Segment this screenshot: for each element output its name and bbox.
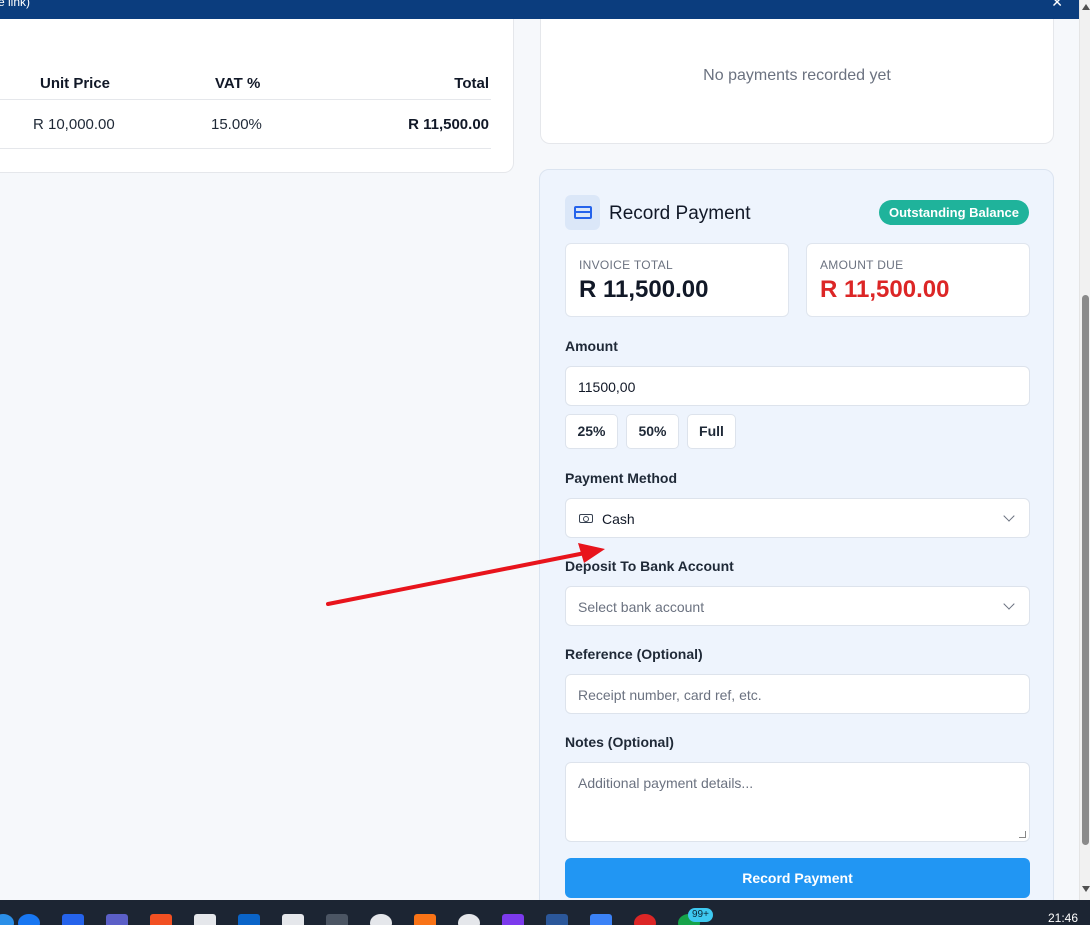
quick-amount-full-button[interactable]: Full <box>687 414 736 449</box>
amount-input-value: 11500,00 <box>578 379 636 395</box>
tiktok-icon[interactable] <box>370 914 392 925</box>
github-icon[interactable] <box>458 914 480 925</box>
taskbar-app-icon[interactable] <box>62 914 84 925</box>
notes-label: Notes (Optional) <box>565 734 674 750</box>
payment-method-select[interactable]: Cash <box>565 498 1030 538</box>
taskbar-app-icon[interactable] <box>590 914 612 925</box>
invoice-total-label: INVOICE TOTAL <box>579 258 673 272</box>
cell-total: R 11,500.00 <box>408 116 489 133</box>
close-icon[interactable]: ✕ <box>1051 0 1063 11</box>
payment-method-label: Payment Method <box>565 470 678 486</box>
scroll-down-arrow-icon[interactable] <box>1082 886 1090 892</box>
invoice-total-value: R 11,500.00 <box>579 276 709 303</box>
reference-input[interactable]: Receipt number, card ref, etc. <box>565 674 1030 714</box>
page-scrollbar[interactable] <box>1079 0 1090 900</box>
amount-label: Amount <box>565 338 618 354</box>
amount-input[interactable]: 11500,00 <box>565 366 1030 406</box>
record-payment-title: Record Payment <box>609 203 751 224</box>
bank-account-placeholder: Select bank account <box>578 599 705 615</box>
bank-account-label: Deposit To Bank Account <box>565 558 734 574</box>
mail-icon[interactable] <box>282 914 304 925</box>
amount-due-card: AMOUNT DUE R 11,500.00 <box>806 243 1030 317</box>
amount-due-value: R 11,500.00 <box>820 276 950 303</box>
table-divider <box>0 148 491 149</box>
cash-icon <box>579 514 593 523</box>
word-icon[interactable] <box>546 914 568 925</box>
table-divider <box>0 99 491 100</box>
resize-handle[interactable] <box>1019 831 1026 838</box>
quick-amount-50-button[interactable]: 50% <box>626 414 679 449</box>
taskbar-app-icon[interactable] <box>194 914 216 925</box>
empty-payments-message: No payments recorded yet <box>703 67 891 84</box>
bank-account-select[interactable]: Select bank account <box>565 586 1030 626</box>
record-payment-button[interactable]: Record Payment <box>565 858 1030 898</box>
taskbar-app-icon[interactable] <box>502 914 524 925</box>
cell-unit-price: R 10,000.00 <box>33 116 115 133</box>
line-items-card: Unit Price VAT % Total R 10,000.00 15.00… <box>0 19 514 173</box>
microsoft-store-icon[interactable] <box>150 914 172 925</box>
column-header-unit-price: Unit Price <box>40 75 111 92</box>
cell-vat: 15.00% <box>211 116 262 133</box>
status-badge: Outstanding Balance <box>878 200 1029 225</box>
outlook-icon[interactable] <box>238 914 260 925</box>
notes-textarea[interactable]: Additional payment details... <box>565 762 1030 842</box>
chrome-icon[interactable] <box>634 914 656 925</box>
record-payment-panel: Record Payment Outstanding Balance INVOI… <box>539 169 1054 925</box>
taskbar-app-icon[interactable] <box>414 914 436 925</box>
notes-placeholder: Additional payment details... <box>578 775 754 791</box>
reference-label: Reference (Optional) <box>565 646 703 662</box>
taskbar-app-icon[interactable] <box>106 914 128 925</box>
os-taskbar: 99+ 21:46 <box>0 900 1090 925</box>
payment-method-value: Cash <box>602 511 635 527</box>
credit-card-icon <box>565 195 600 230</box>
modal-header-bar: e link) ✕ <box>0 0 1079 19</box>
chevron-down-icon <box>1003 598 1015 610</box>
invoice-total-card: INVOICE TOTAL R 11,500.00 <box>565 243 789 317</box>
taskbar-app-icon[interactable] <box>326 914 348 925</box>
amount-due-label: AMOUNT DUE <box>820 258 904 272</box>
facebook-icon[interactable] <box>18 914 40 925</box>
notification-count-badge: 99+ <box>688 908 713 922</box>
taskbar-clock: 21:46 <box>1047 911 1078 925</box>
column-header-total: Total <box>454 75 489 92</box>
payments-history-card: No payments recorded yet <box>540 19 1054 144</box>
reference-placeholder: Receipt number, card ref, etc. <box>578 687 762 703</box>
column-header-vat: VAT % <box>215 75 261 92</box>
chevron-down-icon <box>1003 510 1015 522</box>
quick-amount-25-button[interactable]: 25% <box>565 414 618 449</box>
taskbar-app-icon[interactable] <box>0 914 14 925</box>
scroll-up-arrow-icon[interactable] <box>1082 4 1090 10</box>
modal-title: e link) <box>0 0 31 9</box>
scrollbar-thumb[interactable] <box>1082 295 1089 845</box>
